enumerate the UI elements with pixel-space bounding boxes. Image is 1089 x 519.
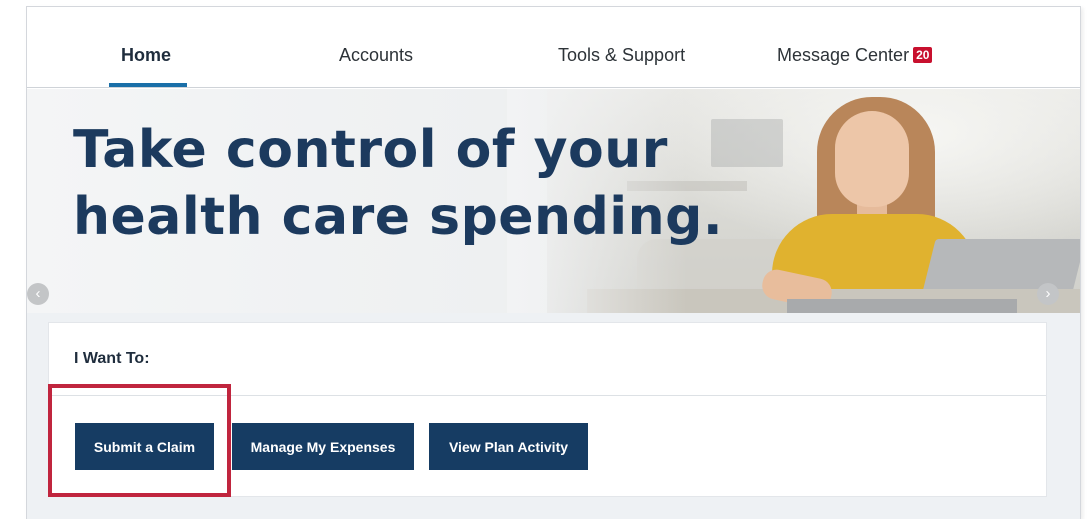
divider xyxy=(49,395,1046,396)
tab-message-center[interactable]: Message Center 20 xyxy=(777,45,933,66)
hero-headline-line-2: health care spending. xyxy=(73,187,724,247)
carousel-next-button[interactable]: › xyxy=(1037,283,1059,305)
hero-headline-line-1: Take control of your xyxy=(73,120,668,180)
hero-photo-laptop-base xyxy=(787,299,1017,313)
submit-claim-button[interactable]: Submit a Claim xyxy=(75,423,214,470)
tab-accounts[interactable]: Accounts xyxy=(339,45,413,66)
tab-home[interactable]: Home xyxy=(121,45,171,66)
message-center-label: Message Center xyxy=(777,45,910,65)
chevron-left-icon: ‹ xyxy=(35,285,41,302)
hero-banner: Take control of your health care spendin… xyxy=(27,89,1080,313)
view-plan-activity-button[interactable]: View Plan Activity xyxy=(429,423,588,470)
quick-actions-title: I Want To: xyxy=(74,350,150,367)
manage-expenses-button[interactable]: Manage My Expenses xyxy=(232,423,414,470)
hero-photo-person-face xyxy=(835,111,909,207)
tab-tools-support[interactable]: Tools & Support xyxy=(558,45,685,66)
message-count-badge: 20 xyxy=(913,47,933,63)
hero-headline: Take control of your health care spendin… xyxy=(73,117,723,251)
top-nav: Home Accounts Tools & Support Message Ce… xyxy=(27,7,1080,88)
carousel-prev-button[interactable]: ‹ xyxy=(27,283,49,305)
chevron-right-icon: › xyxy=(1045,285,1051,302)
active-tab-indicator xyxy=(109,83,187,87)
app-frame: Home Accounts Tools & Support Message Ce… xyxy=(26,6,1081,519)
quick-actions-panel: I Want To: Submit a Claim Manage My Expe… xyxy=(48,322,1047,497)
